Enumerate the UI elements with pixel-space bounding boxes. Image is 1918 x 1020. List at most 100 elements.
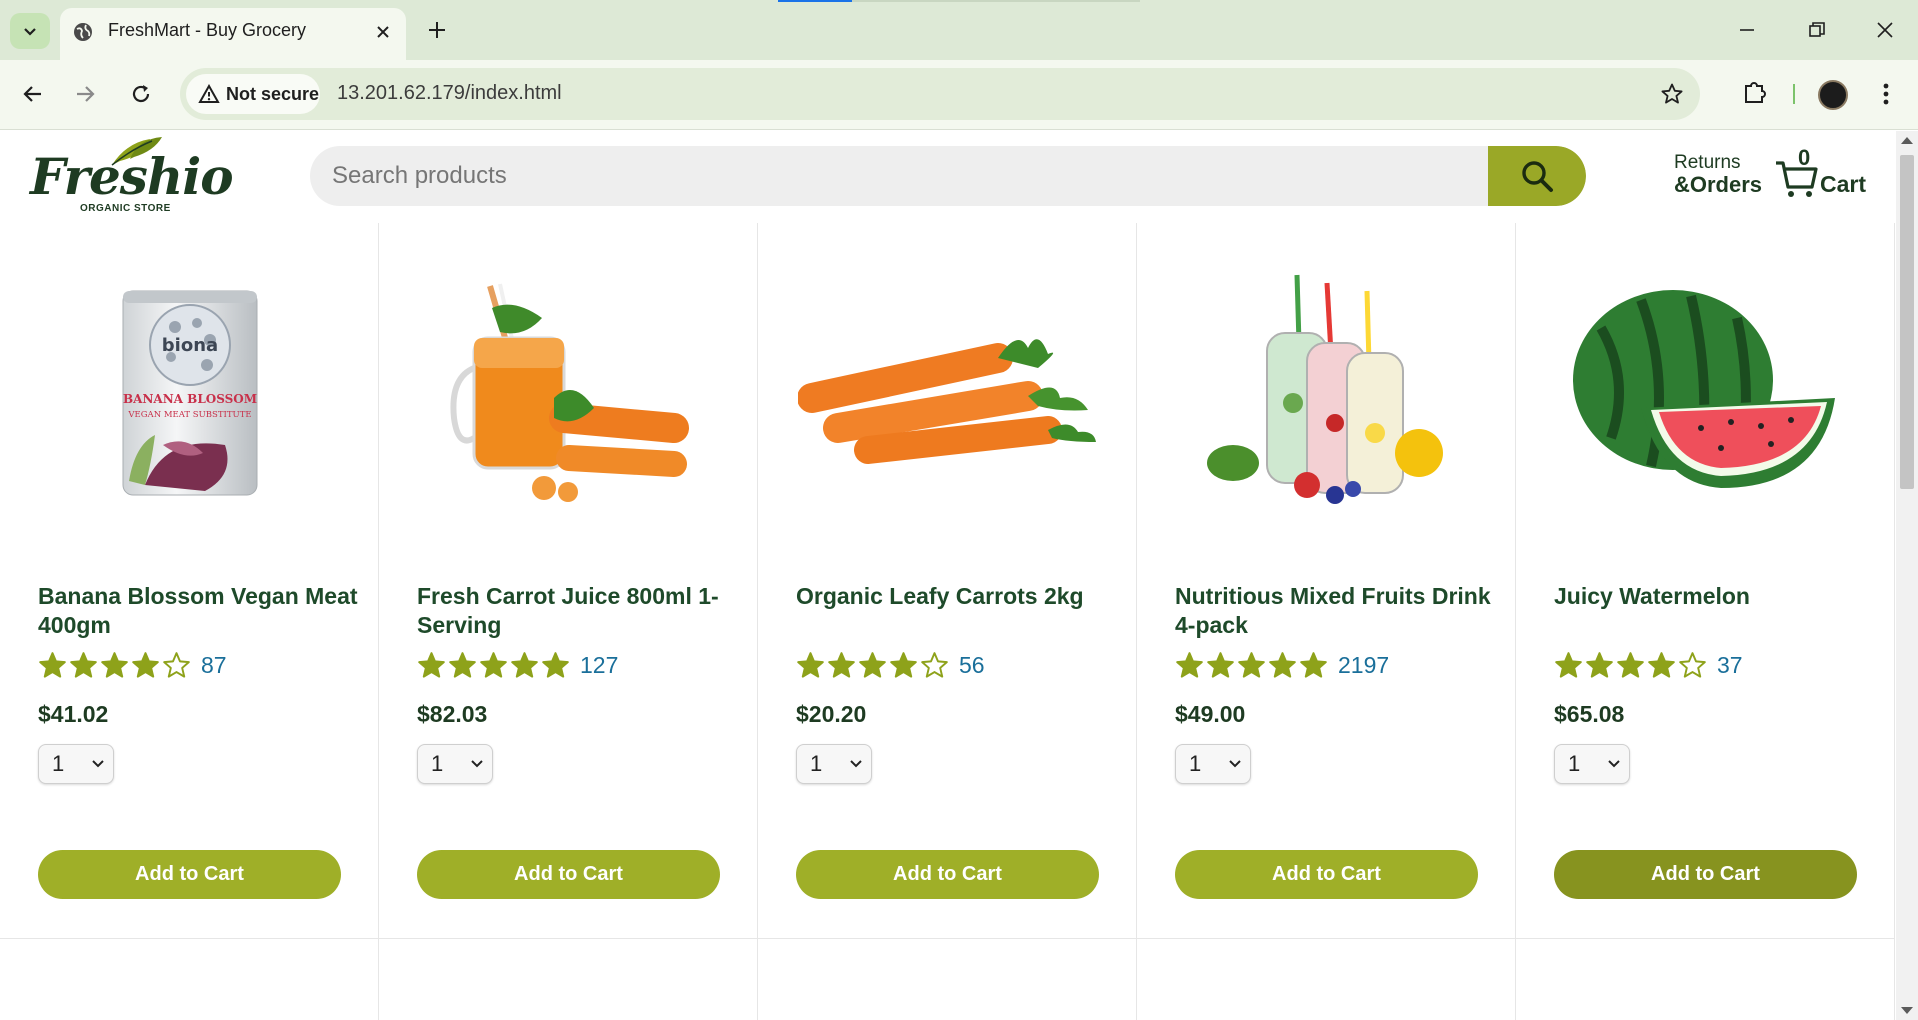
browser-toolbar: Not secure 13.201.62.179/index.html: [0, 60, 1918, 130]
mixed-fruit-drink-image: [1207, 274, 1443, 504]
cart-button[interactable]: 0 Cart: [1774, 145, 1874, 205]
star-icon: [797, 651, 824, 678]
product-name[interactable]: Banana Blossom Vegan Meat 400gm: [38, 582, 358, 640]
product-image[interactable]: [417, 283, 721, 503]
chevron-down-icon: [24, 28, 36, 36]
close-tab-icon[interactable]: [372, 21, 394, 43]
chevron-down-icon: [471, 760, 483, 768]
star-icon: [1648, 651, 1675, 678]
logo-text: Freshio: [30, 147, 234, 206]
minimize-button[interactable]: [1732, 16, 1762, 44]
add-to-cart-button[interactable]: Add to Cart: [417, 850, 720, 899]
star-icon: [1617, 651, 1644, 678]
product-card-next-row: [1516, 939, 1895, 1020]
bookmark-star-icon[interactable]: [1660, 82, 1684, 106]
review-count[interactable]: 87: [201, 652, 227, 679]
product-image[interactable]: [796, 283, 1100, 503]
quantity-value: 1: [1568, 751, 1581, 776]
star-icon: [418, 651, 445, 678]
tab-title: FreshMart - Buy Grocery: [108, 20, 307, 40]
toolbar-separator: [1793, 84, 1795, 104]
add-to-cart-button[interactable]: Add to Cart: [1175, 850, 1478, 899]
store-logo[interactable]: Freshio ORGANIC STORE: [28, 133, 234, 217]
forward-button[interactable]: [68, 77, 102, 111]
quantity-select[interactable]: 1: [38, 744, 114, 784]
watermelon-image: [1573, 290, 1835, 488]
site-info-chip[interactable]: Not secure: [186, 74, 320, 114]
scroll-down-arrow-icon[interactable]: [1901, 1007, 1913, 1014]
add-to-cart-button[interactable]: Add to Cart: [38, 850, 341, 899]
product-card: biona BANANA BLOSSOM VEGAN MEAT SUBSTITU…: [0, 223, 379, 939]
search-button[interactable]: [1488, 146, 1586, 206]
product-price: $41.02: [38, 701, 109, 727]
product-price: $20.20: [796, 701, 867, 727]
url-text[interactable]: 13.201.62.179/index.html: [337, 82, 562, 105]
profile-avatar[interactable]: [1818, 80, 1848, 110]
reload-button[interactable]: [124, 77, 158, 111]
arrow-left-icon: [23, 86, 41, 102]
product-name[interactable]: Fresh Carrot Juice 800ml 1-Serving: [417, 582, 737, 640]
security-label: Not secure: [226, 83, 320, 104]
quantity-select[interactable]: 1: [1175, 744, 1251, 784]
cart-count: 0: [1798, 145, 1811, 170]
page-scrollbar[interactable]: [1896, 131, 1918, 1020]
browser-tab-active[interactable]: FreshMart - Buy Grocery: [60, 8, 406, 60]
star-icon: [70, 651, 97, 678]
add-to-cart-button[interactable]: Add to Cart: [796, 850, 1099, 899]
product-price: $65.08: [1554, 701, 1625, 727]
returns-orders-link[interactable]: Returns &Orders: [1674, 153, 1762, 196]
star-icon: [1207, 651, 1234, 678]
restore-icon: [1809, 22, 1825, 37]
back-button[interactable]: [16, 77, 50, 111]
arrow-right-icon: [77, 86, 95, 102]
quantity-value: 1: [1189, 751, 1202, 776]
more-menu-icon[interactable]: [1876, 78, 1896, 110]
product-image[interactable]: biona BANANA BLOSSOM VEGAN MEAT SUBSTITU…: [38, 283, 342, 503]
page-content: Freshio ORGANIC STORE Returns &Orders 0 …: [0, 131, 1896, 1020]
star-icon: [921, 651, 948, 678]
svg-text:BANANA BLOSSOM: BANANA BLOSSOM: [123, 392, 257, 406]
tab-search-button[interactable]: [10, 13, 50, 49]
quantity-select[interactable]: 1: [417, 744, 493, 784]
carrot-juice-image: [450, 283, 689, 502]
star-icon: [449, 651, 476, 678]
product-price: $82.03: [417, 701, 488, 727]
quantity-select[interactable]: 1: [796, 744, 872, 784]
product-rating: 87: [38, 650, 227, 680]
review-count[interactable]: 56: [959, 652, 985, 679]
restore-button[interactable]: [1802, 16, 1832, 44]
close-window-button[interactable]: [1870, 16, 1900, 44]
browser-tab-bar: FreshMart - Buy Grocery: [0, 0, 1918, 60]
scroll-up-arrow-icon[interactable]: [1901, 137, 1913, 144]
product-card: Organic Leafy Carrots 2kg 56 $20.20 1 Ad…: [758, 223, 1137, 939]
product-name[interactable]: Juicy Watermelon: [1554, 582, 1874, 611]
product-rating: 127: [417, 650, 618, 680]
star-icon: [511, 651, 538, 678]
star-icon: [132, 651, 159, 678]
extensions-puzzle-icon[interactable]: [1740, 77, 1770, 107]
product-image[interactable]: [1554, 283, 1858, 503]
chevron-down-icon: [850, 760, 862, 768]
review-count[interactable]: 2197: [1338, 652, 1389, 679]
quantity-select[interactable]: 1: [1554, 744, 1630, 784]
product-price: $49.00: [1175, 701, 1246, 727]
star-rating: [1554, 651, 1709, 680]
star-rating: [38, 651, 193, 680]
product-name[interactable]: Nutritious Mixed Fruits Drink 4-pack: [1175, 582, 1495, 640]
address-bar[interactable]: Not secure 13.201.62.179/index.html: [180, 68, 1700, 120]
minimize-icon: [1740, 29, 1754, 31]
scrollbar-thumb[interactable]: [1900, 155, 1914, 489]
product-card-next-row: [758, 939, 1137, 1020]
review-count[interactable]: 37: [1717, 652, 1743, 679]
review-count[interactable]: 127: [580, 652, 618, 679]
product-image[interactable]: [1175, 274, 1479, 504]
logo-subtitle: ORGANIC STORE: [80, 203, 171, 214]
add-to-cart-button[interactable]: Add to Cart: [1554, 850, 1857, 899]
new-tab-icon[interactable]: [424, 17, 450, 43]
star-icon: [890, 651, 917, 678]
product-name[interactable]: Organic Leafy Carrots 2kg: [796, 582, 1116, 611]
search-input[interactable]: [332, 146, 1482, 206]
star-icon: [101, 651, 128, 678]
star-icon: [1176, 651, 1203, 678]
svg-text:biona: biona: [162, 335, 218, 356]
